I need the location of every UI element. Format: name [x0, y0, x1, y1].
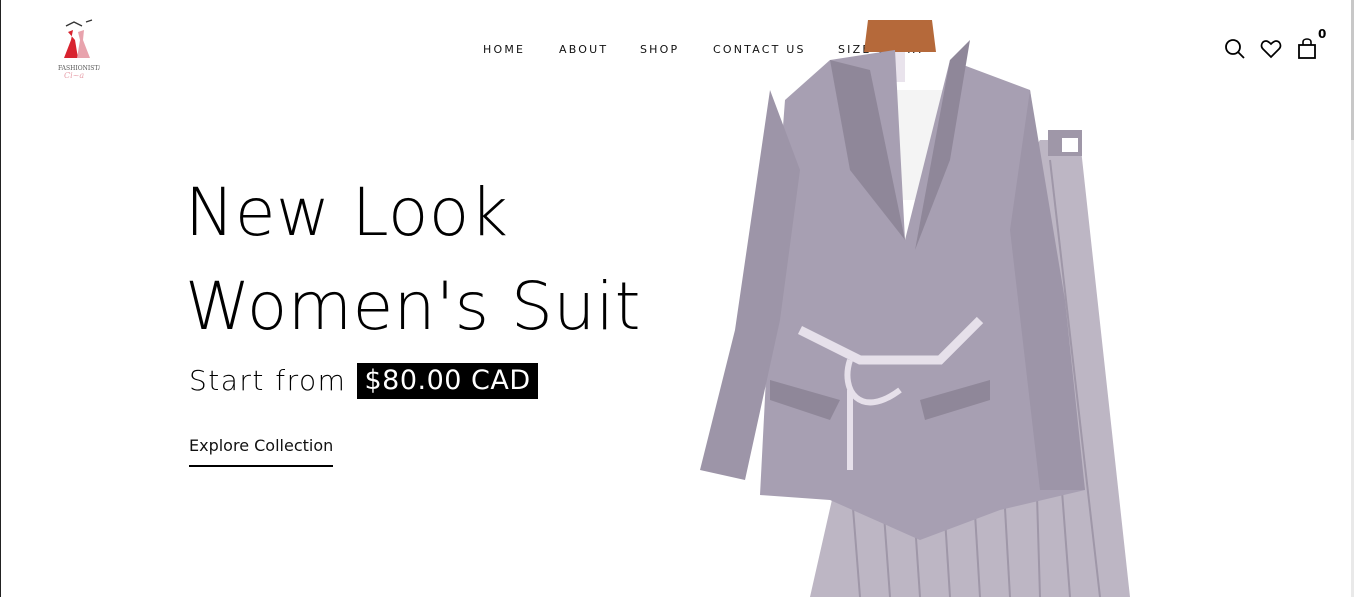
price-tag: $80.00 CAD	[357, 363, 538, 399]
hero-title-line-1: New Look	[185, 174, 509, 251]
nav-shop[interactable]: SHOP	[640, 43, 679, 56]
search-icon[interactable]	[1224, 38, 1246, 64]
price-line: Start from $80.00 CAD	[189, 363, 538, 399]
nav-about[interactable]: ABOUT	[559, 43, 608, 56]
nav-home[interactable]: HOME	[483, 43, 525, 56]
price-prefix: Start from	[189, 364, 347, 397]
brand-logo[interactable]: FASHIONISTA Ci~a	[56, 18, 103, 82]
hero-title-line-2: Women's Suit	[185, 268, 641, 345]
shopping-bag-icon[interactable]	[1297, 38, 1317, 64]
explore-collection-link[interactable]: Explore Collection	[189, 436, 334, 467]
svg-text:Ci~a: Ci~a	[64, 71, 84, 80]
header-actions	[1224, 38, 1324, 66]
dress-hanger-logo-icon: FASHIONISTA Ci~a	[58, 19, 103, 80]
hero-title: New Look Women's Suit	[185, 166, 705, 354]
product-image-suit	[700, 0, 1150, 597]
heart-icon[interactable]	[1260, 38, 1282, 64]
cart-count-badge: 0	[1318, 27, 1327, 41]
